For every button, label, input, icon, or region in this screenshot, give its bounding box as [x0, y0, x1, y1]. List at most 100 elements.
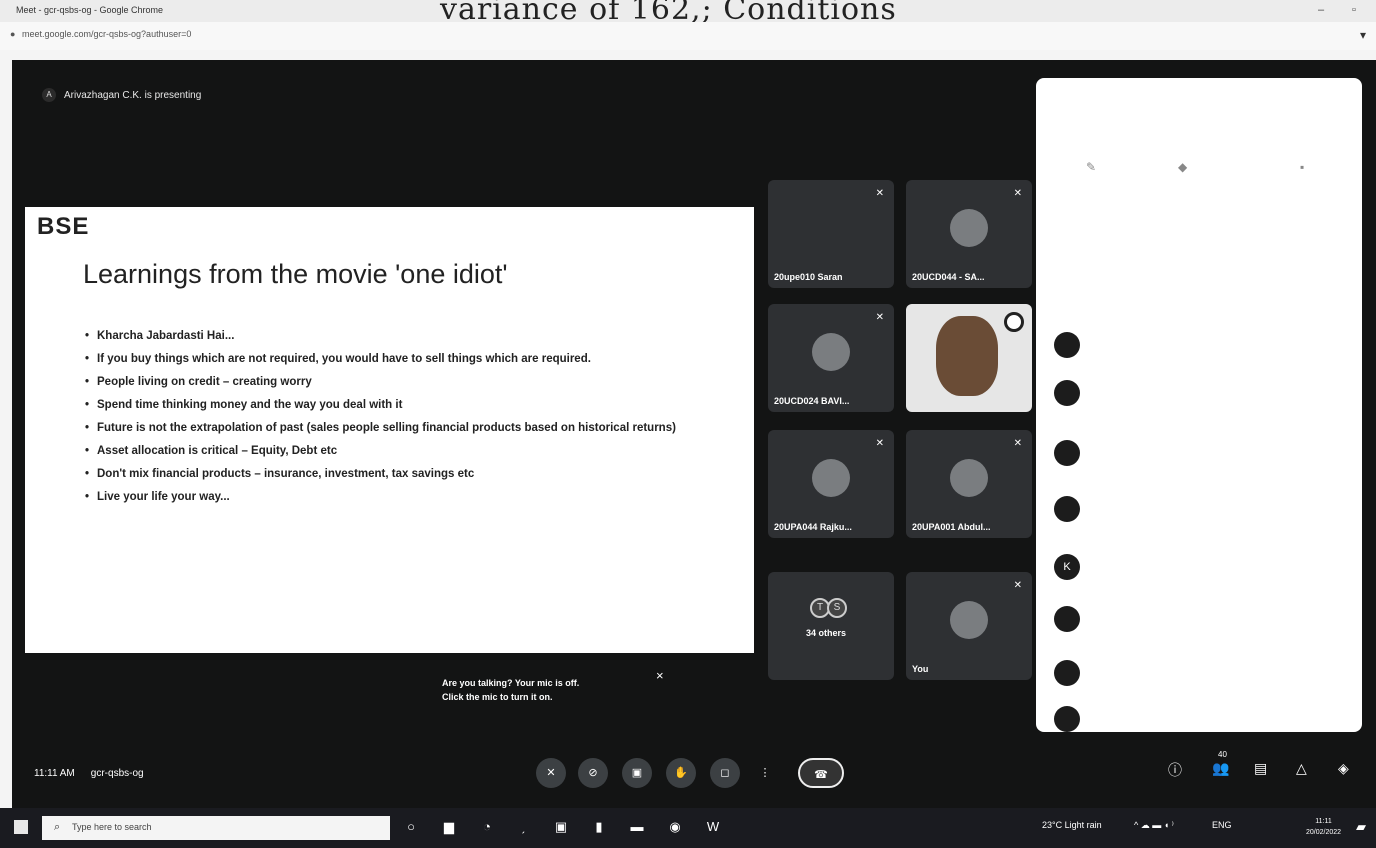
participant-tile[interactable]: ✕ 20UPA001 Abdul... — [906, 430, 1032, 538]
self-avatar — [950, 600, 988, 639]
activities-icon[interactable]: △ — [1296, 760, 1307, 777]
participant-name: 20UPA044 Rajku... — [774, 522, 852, 532]
app-icon[interactable]: ▮ — [590, 818, 608, 836]
participant-name: 20UCD044 - SA... — [912, 272, 985, 282]
task-view-icon[interactable]: ○ — [402, 818, 420, 836]
chat-icon[interactable]: ▤ — [1254, 760, 1267, 777]
captions-button[interactable]: ▣ — [622, 758, 652, 788]
panel-tool-icon[interactable]: ◆ — [1178, 160, 1187, 174]
more-options-button[interactable]: ⋮ — [750, 758, 780, 788]
side-panel: ✎ ◆ ▪ K — [1036, 78, 1362, 732]
taskbar-search[interactable]: ⌕ Type here to search — [42, 816, 390, 840]
self-tile[interactable]: ✕ You — [906, 572, 1032, 680]
address-bar[interactable]: ● meet.google.com/gcr-qsbs-og?authuser=0… — [0, 22, 1376, 50]
minimize-icon[interactable]: – — [1318, 4, 1324, 16]
mic-toggle-button[interactable]: ✕ — [536, 758, 566, 788]
panel-tool-icon[interactable]: ▪ — [1300, 160, 1304, 174]
url-text[interactable]: meet.google.com/gcr-qsbs-og?authuser=0 — [22, 29, 191, 39]
toast-message: Are you talking? Your mic is off. — [442, 678, 580, 688]
clock-date: 20/02/2022 — [1306, 829, 1342, 836]
participants-icon[interactable]: 40 👥 — [1212, 750, 1229, 777]
notifications-icon[interactable]: ▰ — [1352, 818, 1370, 836]
maximize-icon[interactable]: ▫ — [1352, 4, 1356, 16]
mic-off-icon: ✕ — [875, 188, 884, 199]
participant-video — [936, 316, 998, 396]
chrome-icon[interactable]: ◉ — [666, 818, 684, 836]
panel-tool-icon[interactable]: ✎ — [1086, 160, 1096, 174]
presenter-avatar-icon: A — [42, 88, 56, 102]
language-indicator[interactable]: ENG — [1212, 820, 1232, 830]
present-screen-button[interactable]: ◻ — [710, 758, 740, 788]
clock-time: 11:11 — [1315, 818, 1332, 825]
file-explorer-icon[interactable]: ▆ — [440, 818, 458, 836]
edge-icon[interactable]: ◔ — [478, 818, 496, 836]
mail-icon[interactable]: ▬ — [628, 818, 646, 836]
toast-close-button[interactable]: × — [656, 668, 664, 683]
others-avatar: S — [827, 598, 847, 618]
participant-avatar — [950, 458, 988, 497]
others-tile[interactable]: T S 34 others — [768, 572, 894, 680]
participant-tile[interactable]: ✕ 20UPA044 Rajku... — [768, 430, 894, 538]
presentation-slide: BSE Learnings from the movie 'one idiot'… — [25, 207, 754, 653]
slide-bullets: Kharcha Jabardasti Hai... If you buy thi… — [85, 329, 725, 513]
others-count: 34 others — [806, 628, 847, 638]
bullet-item: If you buy things which are not required… — [85, 352, 725, 366]
participant-tile-active-speaker[interactable] — [906, 304, 1032, 412]
panel-avatar[interactable] — [1054, 706, 1080, 732]
self-name: You — [912, 664, 929, 674]
search-icon: ⌕ — [54, 821, 61, 833]
speaking-indicator-icon — [1004, 312, 1024, 332]
meeting-details-icon[interactable]: ⓘ — [1168, 760, 1182, 780]
panel-avatar[interactable] — [1054, 496, 1080, 522]
participant-name: 20upe010 Saran — [774, 272, 843, 282]
tray-icons[interactable]: ^ ☁ ▬ ◖ ⁾ — [1134, 820, 1174, 831]
more-menu-icon[interactable]: ▾ — [1360, 28, 1366, 42]
bullet-item: Future is not the extrapolation of past … — [85, 421, 725, 435]
mic-off-icon: ✕ — [875, 438, 884, 449]
participant-avatar — [950, 208, 988, 247]
slide-title: Learnings from the movie 'one idiot' — [83, 259, 508, 289]
word-icon[interactable]: W — [704, 818, 722, 836]
bullet-item: People living on credit – creating worry — [85, 375, 725, 389]
camera-toggle-button[interactable]: ⊘ — [578, 758, 608, 788]
bullet-item: Kharcha Jabardasti Hai... — [85, 329, 725, 343]
participant-name: 20UCD024 BAVI... — [774, 396, 850, 406]
meeting-code: gcr-qsbs-og — [90, 768, 144, 779]
participant-tile[interactable]: ✕ 20upe010 Saran — [768, 180, 894, 288]
weather-widget[interactable]: 23°C Light rain — [1042, 820, 1102, 830]
panel-avatar[interactable] — [1054, 380, 1080, 406]
bullet-item: Don't mix financial products – insurance… — [85, 467, 725, 481]
participant-tile[interactable]: ✕ 20UCD044 - SA... — [906, 180, 1032, 288]
window-title: Meet - gcr-qsbs-og - Google Chrome — [16, 5, 164, 15]
store-icon[interactable]: ▣ — [552, 818, 570, 836]
taskbar-clock[interactable]: 11:11 20/02/2022 — [1306, 816, 1341, 838]
panel-avatar[interactable] — [1054, 606, 1080, 632]
leave-call-button[interactable]: ☎ — [798, 758, 844, 788]
app-icon[interactable]: ˏ — [514, 818, 532, 836]
participant-tile[interactable]: ✕ 20UCD024 BAVI... — [768, 304, 894, 412]
panel-avatar[interactable] — [1054, 660, 1080, 686]
bullet-item: Asset allocation is critical – Equity, D… — [85, 444, 725, 458]
presenting-banner: A Arivazhagan C.K. is presenting — [42, 88, 201, 102]
participant-avatar — [812, 458, 850, 497]
toast-hint: Click the mic to turn it on. — [442, 692, 553, 702]
mic-off-icon: ✕ — [1013, 188, 1022, 199]
presenting-text: Arivazhagan C.K. is presenting — [64, 89, 202, 101]
lock-icon: ● — [10, 29, 16, 39]
host-controls-icon[interactable]: ◈ — [1338, 760, 1349, 777]
others-avatars: T S — [810, 598, 847, 618]
raise-hand-button[interactable]: ✋ — [666, 758, 696, 788]
mic-off-icon: ✕ — [1013, 580, 1022, 591]
panel-avatar[interactable] — [1054, 440, 1080, 466]
windows-start-icon[interactable] — [14, 820, 28, 834]
bullet-item: Live your life your way... — [85, 490, 725, 504]
slide-logo: BSE — [37, 213, 90, 240]
bullet-item: Spend time thinking money and the way yo… — [85, 398, 725, 412]
participant-name: 20UPA001 Abdul... — [912, 522, 991, 532]
mic-off-icon: ✕ — [1013, 438, 1022, 449]
panel-avatar[interactable] — [1054, 332, 1080, 358]
search-placeholder: Type here to search — [72, 822, 152, 832]
panel-avatar[interactable]: K — [1054, 554, 1080, 580]
meeting-info: 11:11 AM gcr-qsbs-og — [34, 768, 144, 779]
meeting-time: 11:11 AM — [34, 768, 75, 779]
